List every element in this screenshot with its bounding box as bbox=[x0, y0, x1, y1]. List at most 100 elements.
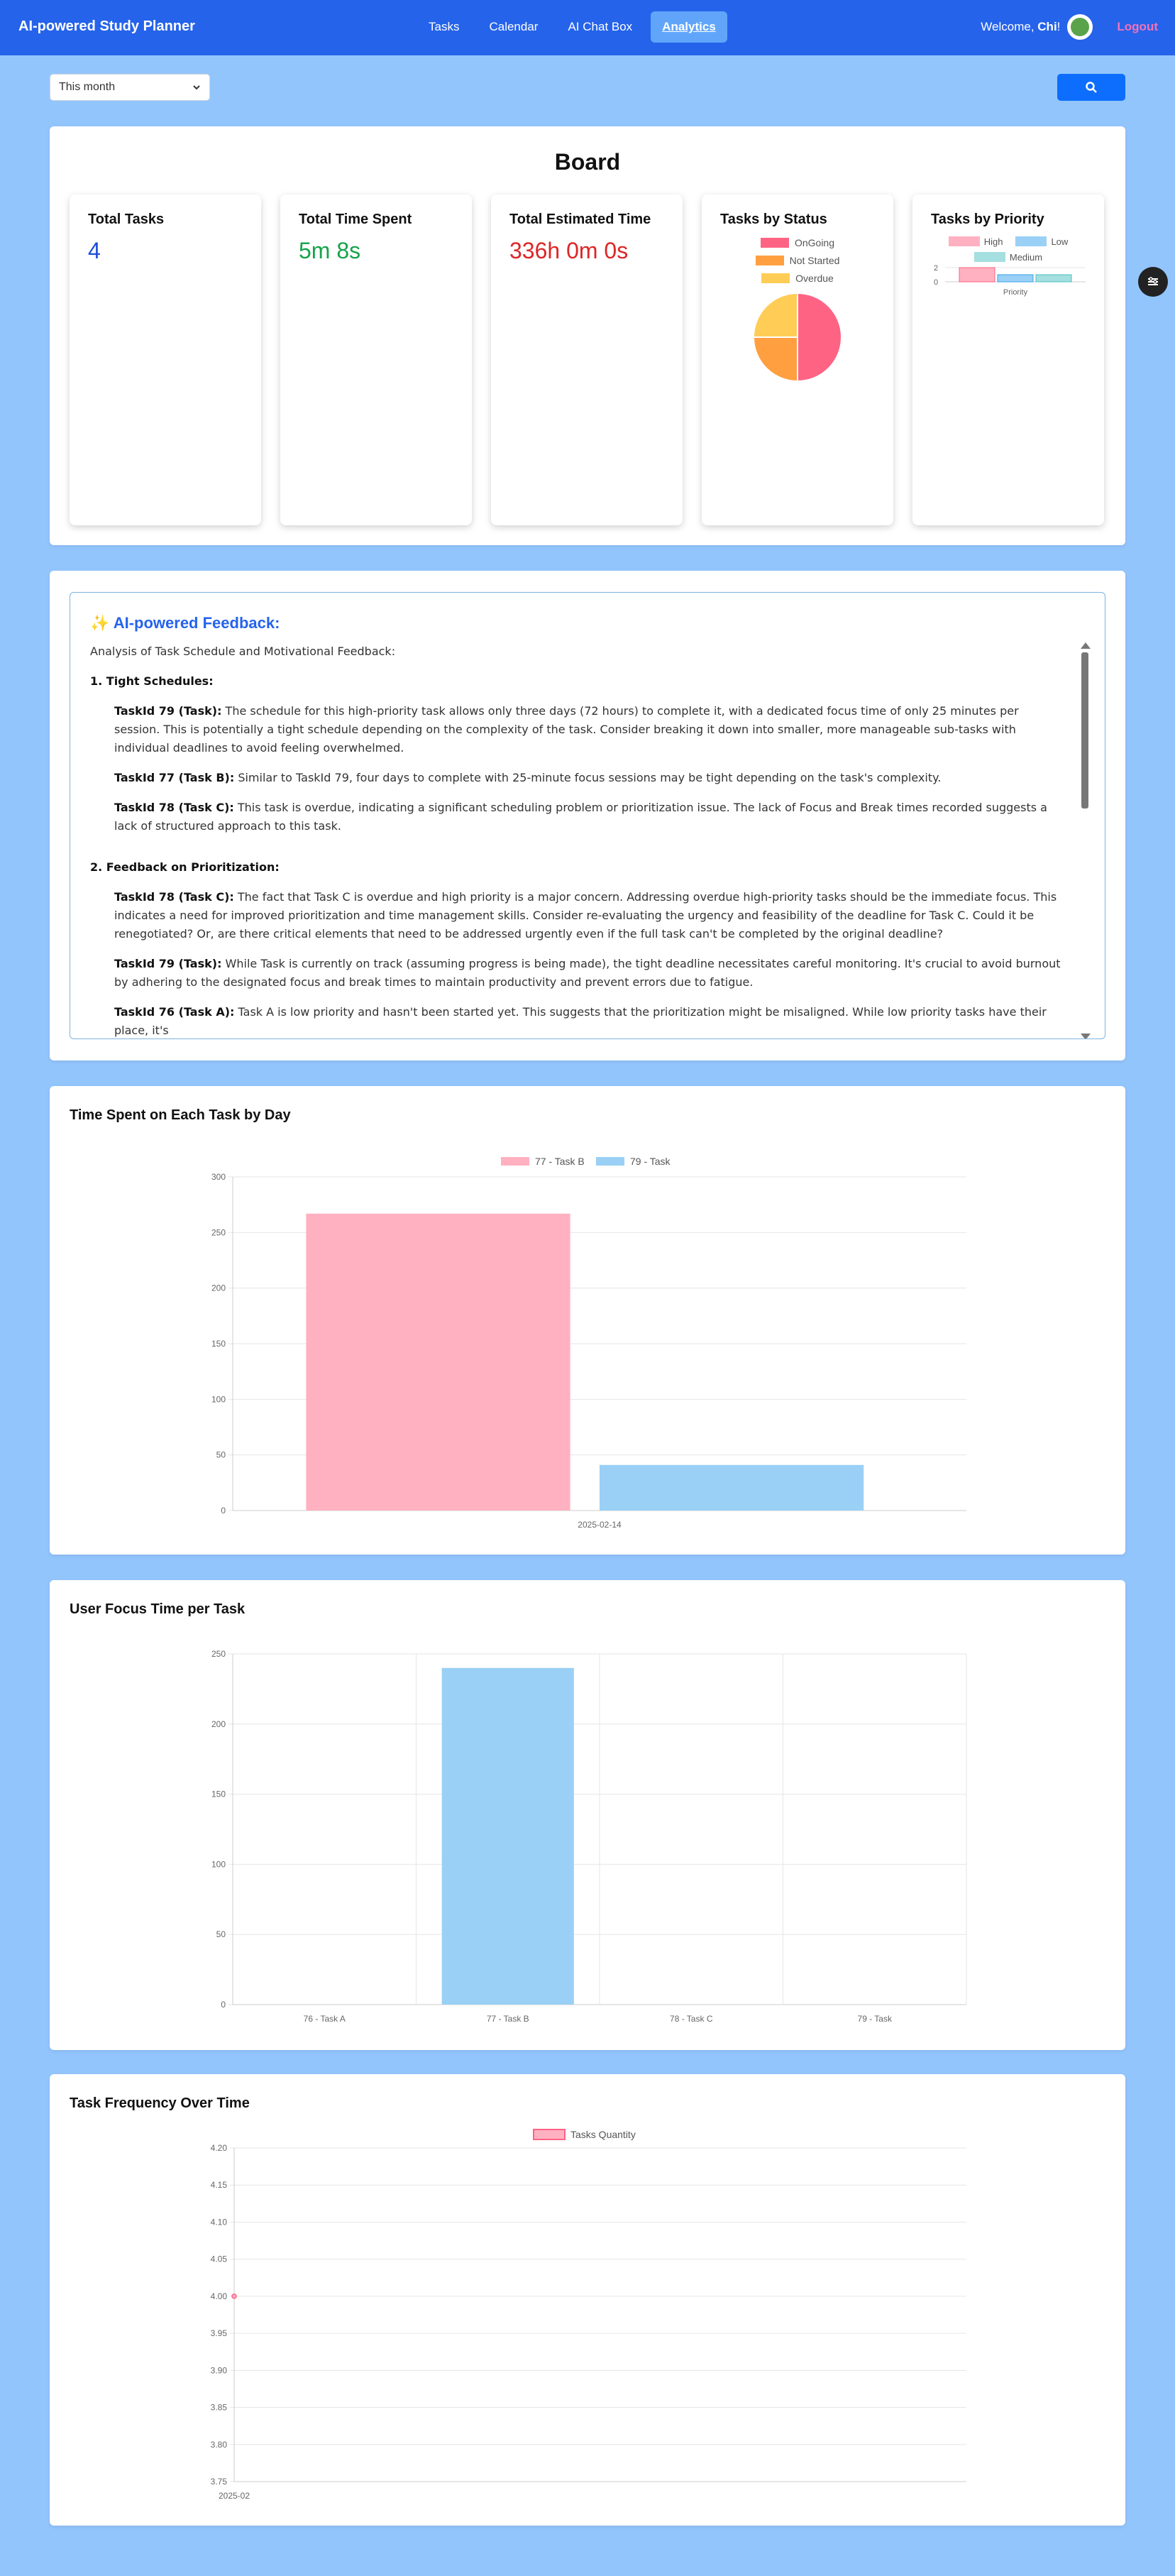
bar bbox=[306, 1213, 570, 1511]
feedback-section-heading: 1. Tight Schedules: bbox=[90, 674, 214, 688]
priority-xlabel: Priority bbox=[1003, 288, 1028, 297]
legend-item-ongoing[interactable]: OnGoing bbox=[720, 234, 875, 251]
bar bbox=[441, 1667, 574, 2005]
feedback-section-heading: 2. Feedback on Prioritization: bbox=[90, 860, 280, 874]
legend-item-overdue[interactable]: Overdue bbox=[720, 269, 875, 287]
sliders-icon bbox=[1148, 277, 1158, 285]
legend-item-high[interactable]: High bbox=[948, 236, 1003, 247]
avatar[interactable] bbox=[1067, 14, 1093, 40]
floating-tools-button[interactable] bbox=[1138, 267, 1168, 297]
pie-slice-overdue bbox=[752, 292, 798, 338]
y-tick-label: 3.80 bbox=[211, 2440, 228, 2450]
y-tick-label: 50 bbox=[216, 1450, 226, 1460]
y-tick-label: 300 bbox=[211, 1172, 226, 1182]
feedback-item: TaskId 77 (Task B): Similar to TaskId 79… bbox=[114, 771, 942, 784]
scroll-thumb[interactable] bbox=[1081, 652, 1088, 809]
scroll-up-arrow-icon[interactable] bbox=[1081, 642, 1091, 649]
logout-link[interactable]: Logout bbox=[1117, 20, 1158, 34]
legend-swatch bbox=[533, 2129, 566, 2140]
time-by-day-chart: 0 50 100 150 200 250 300 77 - Task B 79 - Task 20… bbox=[211, 1156, 966, 1530]
bar bbox=[600, 1464, 864, 1511]
y-tick-label: 0 bbox=[221, 2000, 226, 2010]
total-tasks-label: Total Tasks bbox=[88, 212, 165, 227]
priority-bar-low bbox=[997, 274, 1034, 283]
total-tasks-card: Total Tasks 4 bbox=[70, 194, 261, 525]
board-card: Board Total Tasks 4 Total Time Spent 5m … bbox=[50, 126, 1125, 545]
focus-time-card: User Focus Time per Task 0 50 100 150 200 250… bbox=[50, 1580, 1125, 2050]
pie-slice-not-started bbox=[752, 336, 798, 383]
y-tick-label: 150 bbox=[211, 1339, 226, 1349]
total-estimated-card: Total Estimated Time 336h 0m 0s bbox=[491, 194, 683, 525]
top-navbar: AI-powered Study Planner Tasks Calendar … bbox=[0, 0, 1175, 55]
y-tick-label: 4.05 bbox=[211, 2254, 228, 2264]
search-button[interactable] bbox=[1057, 74, 1125, 101]
y-tick-label: 200 bbox=[211, 1283, 226, 1293]
legend-item-not-started[interactable]: Not Started bbox=[720, 251, 875, 269]
y-tick-label: 4.10 bbox=[211, 2217, 228, 2227]
x-tick-label: 77 - Task B bbox=[487, 2014, 529, 2024]
total-estimated-value: 336h 0m 0s bbox=[509, 238, 629, 263]
priority-ytick-2: 2 bbox=[934, 265, 938, 273]
scroll-down-arrow-icon[interactable] bbox=[1081, 1034, 1091, 1038]
total-tasks-value: 4 bbox=[88, 238, 101, 263]
x-tick-label: 2025-02 bbox=[219, 2491, 250, 2501]
time-range-value: This month bbox=[59, 81, 116, 93]
y-tick-label: 4.20 bbox=[211, 2143, 228, 2153]
data-point bbox=[231, 2293, 237, 2299]
feedback-item: TaskId 79 (Task): The schedule for this … bbox=[114, 704, 1019, 755]
legend-item-low[interactable]: Low bbox=[1015, 236, 1068, 247]
x-tick-label: 76 - Task A bbox=[304, 2014, 346, 2024]
y-tick-label: 4.15 bbox=[211, 2180, 228, 2190]
priority-bar-high bbox=[959, 267, 995, 283]
frequency-card: Task Frequency Over Time 3.75 3.80 3.85 3.9… bbox=[50, 2074, 1125, 2526]
feedback-title: ✨ AI-powered Feedback: bbox=[90, 614, 280, 632]
chevron-down-icon bbox=[193, 85, 200, 90]
y-tick-label: 4.00 bbox=[211, 2291, 228, 2301]
legend-label: Tasks Quantity bbox=[570, 2129, 636, 2140]
feedback-panel[interactable]: ✨ AI-powered Feedback: Analysis of Task … bbox=[70, 592, 1105, 1039]
total-time-spent-value: 5m 8s bbox=[299, 238, 361, 263]
time-range-select[interactable]: This month bbox=[50, 74, 210, 101]
x-tick-label: 79 - Task bbox=[858, 2014, 893, 2024]
y-tick-label: 3.75 bbox=[211, 2477, 228, 2487]
legend-label: 79 - Task bbox=[630, 1156, 671, 1167]
total-time-spent-card: Total Time Spent 5m 8s bbox=[280, 194, 472, 525]
priority-bar-chart: 2 0 Priority bbox=[934, 264, 1086, 297]
feedback-body: Analysis of Task Schedule and Motivation… bbox=[90, 642, 1062, 1038]
y-tick-label: 3.95 bbox=[211, 2328, 228, 2338]
focus-time-chart: 0 50 100 150 200 250 76 - Task A 77 - Task B 78 … bbox=[211, 1649, 967, 2024]
feedback-item: TaskId 76 (Task A): Task A is low priori… bbox=[114, 1005, 1047, 1037]
y-tick-label: 50 bbox=[216, 1929, 226, 1939]
legend-item-medium[interactable]: Medium bbox=[973, 252, 1042, 263]
username: Chi bbox=[1037, 20, 1057, 33]
status-legend: OnGoing Not Started Overdue bbox=[720, 234, 875, 287]
search-icon bbox=[1086, 82, 1097, 93]
app-brand[interactable]: AI-powered Study Planner bbox=[18, 18, 195, 35]
feedback-item: TaskId 79 (Task): While Task is currentl… bbox=[114, 957, 1061, 989]
tasks-by-priority-label: Tasks by Priority bbox=[931, 212, 1044, 227]
nav-links: Tasks Calendar AI Chat Box Analytics bbox=[417, 11, 727, 43]
pie-slice-ongoing bbox=[797, 292, 842, 383]
y-tick-label: 250 bbox=[211, 1227, 226, 1237]
feedback-card: ✨ AI-powered Feedback: Analysis of Task … bbox=[50, 571, 1125, 1060]
x-tick-label: 78 - Task C bbox=[670, 2014, 713, 2024]
nav-calendar-link[interactable]: Calendar bbox=[478, 11, 549, 43]
priority-legend: High Low Medium bbox=[931, 234, 1086, 265]
tasks-by-priority-card: Tasks by Priority High Low Medium 2 0 Pr… bbox=[912, 194, 1104, 525]
time-by-day-card: Time Spent on Each Task by Day 0 50 100 150… bbox=[50, 1086, 1125, 1555]
welcome-text: Welcome, Chi! bbox=[981, 20, 1061, 33]
y-tick-label: 3.90 bbox=[211, 2365, 228, 2375]
priority-ytick-0: 0 bbox=[934, 278, 938, 287]
x-tick-label: 2025-02-14 bbox=[578, 1520, 622, 1530]
y-tick-label: 100 bbox=[211, 1859, 226, 1869]
nav-ai-chat-link[interactable]: AI Chat Box bbox=[556, 11, 644, 43]
nav-tasks-link[interactable]: Tasks bbox=[417, 11, 470, 43]
feedback-item: TaskId 78 (Task C): The fact that Task C… bbox=[114, 890, 1057, 941]
frequency-chart: 3.75 3.80 3.85 3.90 3.95 4.00 4.05 4.10 4.15 4.20… bbox=[211, 2129, 966, 2501]
nav-analytics-link[interactable]: Analytics bbox=[651, 11, 727, 43]
total-estimated-label: Total Estimated Time bbox=[509, 212, 651, 227]
y-tick-label: 100 bbox=[211, 1394, 226, 1404]
priority-bar-medium bbox=[1035, 274, 1072, 283]
y-tick-label: 3.85 bbox=[211, 2403, 228, 2413]
feedback-scrollbar[interactable] bbox=[1081, 642, 1091, 1038]
